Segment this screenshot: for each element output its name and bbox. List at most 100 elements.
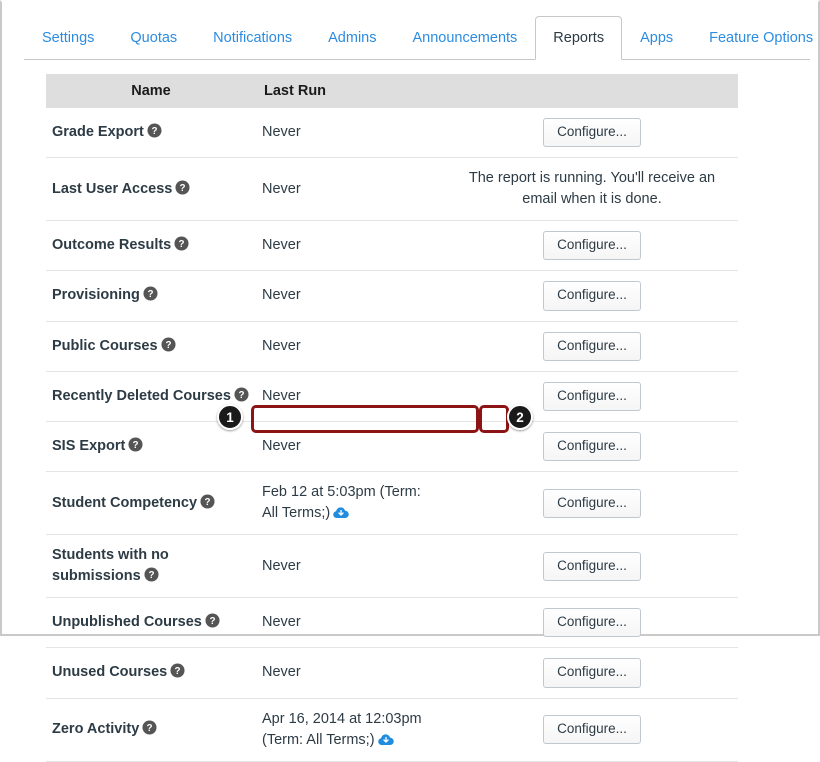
last-run-cell: Never xyxy=(256,108,446,158)
svg-text:?: ? xyxy=(147,723,153,734)
help-circle-icon[interactable]: ? xyxy=(161,337,176,352)
help-circle-icon[interactable]: ? xyxy=(147,123,162,138)
annotation-badge-2: 2 xyxy=(507,404,533,430)
table-row: Outcome Results? Never Configure... xyxy=(46,220,738,271)
last-run-cell: Feb 12 at 5:03pm (Term: All Terms;) xyxy=(256,471,446,535)
help-circle-icon[interactable]: ? xyxy=(175,180,190,195)
svg-text:?: ? xyxy=(238,390,244,401)
configure-button[interactable]: Configure... xyxy=(543,231,641,261)
tab-reports[interactable]: Reports xyxy=(535,16,623,60)
help-circle-icon[interactable]: ? xyxy=(144,567,159,582)
last-run-value: Never xyxy=(262,557,301,574)
column-header-last-run: Last Run xyxy=(256,74,446,108)
report-name-label: Student Competency xyxy=(52,494,198,511)
help-circle-icon[interactable]: ? xyxy=(205,613,220,628)
report-name-cell: Public Courses? xyxy=(46,320,256,372)
configure-button[interactable]: Configure... xyxy=(543,331,641,361)
tab-notifications[interactable]: Notifications xyxy=(195,16,310,60)
tab-apps[interactable]: Apps xyxy=(622,16,691,60)
report-name-label: Unpublished Courses xyxy=(52,614,202,631)
report-name-label: Unused Courses xyxy=(52,664,168,681)
table-row: Unpublished Courses? Never Configure... xyxy=(46,597,738,648)
configure-button[interactable]: Configure... xyxy=(543,608,641,638)
tab-quotas[interactable]: Quotas xyxy=(112,16,195,60)
report-name-cell: Student Competency? xyxy=(46,471,256,535)
table-row: Provisioning? Never Configure... xyxy=(46,270,738,322)
action-cell: Configure... xyxy=(446,420,738,472)
svg-text:?: ? xyxy=(133,440,139,451)
help-circle-icon[interactable]: ? xyxy=(170,663,185,679)
last-run-value: Never xyxy=(262,237,301,254)
last-run-cell: Never xyxy=(256,420,446,472)
configure-button[interactable]: Configure... xyxy=(543,118,641,148)
report-name-label: Grade Export xyxy=(52,124,144,141)
configure-button[interactable]: Configure... xyxy=(543,281,641,311)
table-row: Unused Courses? Never Configure... xyxy=(46,647,738,699)
last-run-value: Never xyxy=(262,124,301,141)
report-name-label: Provisioning xyxy=(52,287,140,304)
help-circle-icon[interactable]: ? xyxy=(174,236,189,251)
configure-button[interactable]: Configure... xyxy=(543,431,641,462)
configure-button[interactable]: Configure... xyxy=(543,488,641,518)
report-name-cell: Zero Activity? xyxy=(46,697,256,762)
svg-text:?: ? xyxy=(165,340,171,351)
last-run-cell: Apr 16, 2014 at 12:03pm (Term: All Terms… xyxy=(256,697,446,762)
report-name-label: Zero Activity xyxy=(52,721,140,738)
help-circle-icon[interactable]: ? xyxy=(142,720,157,735)
last-run-cell: Never xyxy=(256,597,446,648)
action-cell: Configure... xyxy=(446,270,738,322)
column-header-name: Name xyxy=(46,74,256,108)
last-run-cell: Never xyxy=(256,270,446,322)
help-circle-icon[interactable]: ? xyxy=(128,437,143,452)
annotation-badge-1: 1 xyxy=(217,404,243,430)
last-run-cell: Never xyxy=(256,647,446,699)
last-run-value: Never xyxy=(262,438,301,455)
last-run-value: Never xyxy=(262,664,301,681)
tab-settings[interactable]: Settings xyxy=(24,16,112,60)
tab-admins[interactable]: Admins xyxy=(310,16,394,60)
last-run-cell: Never xyxy=(256,320,446,372)
configure-button[interactable]: Configure... xyxy=(543,715,641,745)
table-row: Grade Export? Never Configure... xyxy=(46,108,738,158)
configure-button[interactable]: Configure... xyxy=(543,551,641,581)
report-status-message: The report is running. You'll receive an… xyxy=(468,170,716,208)
report-name-cell: Outcome Results? xyxy=(46,220,256,271)
table-header-row: Name Last Run xyxy=(46,74,738,108)
action-cell: Configure... xyxy=(446,220,738,271)
help-circle-icon[interactable]: ? xyxy=(200,494,215,509)
configure-button[interactable]: Configure... xyxy=(543,658,641,688)
svg-text:?: ? xyxy=(179,239,185,250)
report-name-cell: Unused Courses? xyxy=(46,647,256,699)
help-circle-icon[interactable]: ? xyxy=(143,286,158,302)
report-name-label: SIS Export xyxy=(52,438,126,455)
action-cell: Configure... xyxy=(446,108,738,158)
table-body: Grade Export? Never Configure... Last User … xyxy=(46,108,738,762)
report-name-cell: Last User Access? xyxy=(46,157,256,221)
action-cell: The report is running. You'll receive an… xyxy=(446,157,738,221)
action-cell: Configure... xyxy=(446,597,738,648)
last-run-cell: Never xyxy=(256,220,446,271)
tab-announcements[interactable]: Announcements xyxy=(395,16,536,60)
help-circle-icon[interactable]: ? xyxy=(234,387,249,402)
svg-text:?: ? xyxy=(209,616,215,627)
report-name-label: Outcome Results xyxy=(52,237,172,254)
report-name-cell: Provisioning? xyxy=(46,270,256,322)
cloud-download-icon[interactable] xyxy=(333,506,349,520)
last-run-cell: Never xyxy=(256,370,446,422)
table-row: Students with no submissions? Never Config… xyxy=(46,534,738,598)
report-name-label: Recently Deleted Courses xyxy=(52,387,231,404)
cloud-download-icon[interactable] xyxy=(377,733,394,747)
tab-list: Settings Quotas Notifications Admins Announc… xyxy=(24,16,820,60)
configure-button[interactable]: Configure... xyxy=(543,381,641,411)
last-run-cell: Never xyxy=(256,534,446,598)
table-row: Student Competency? Feb 12 at 5:03pm (Ter… xyxy=(46,471,738,535)
column-header-action xyxy=(446,74,738,108)
table-row: Public Courses? Never Configure... xyxy=(46,320,738,372)
svg-text:?: ? xyxy=(147,289,153,300)
tab-bar: Settings Quotas Notifications Admins Announc… xyxy=(2,16,818,60)
report-name-label: Last User Access xyxy=(52,180,173,197)
svg-text:?: ? xyxy=(180,183,186,194)
last-run-value: Never xyxy=(262,287,301,304)
svg-text:?: ? xyxy=(205,497,211,508)
tab-feature-options[interactable]: Feature Options xyxy=(691,16,820,60)
